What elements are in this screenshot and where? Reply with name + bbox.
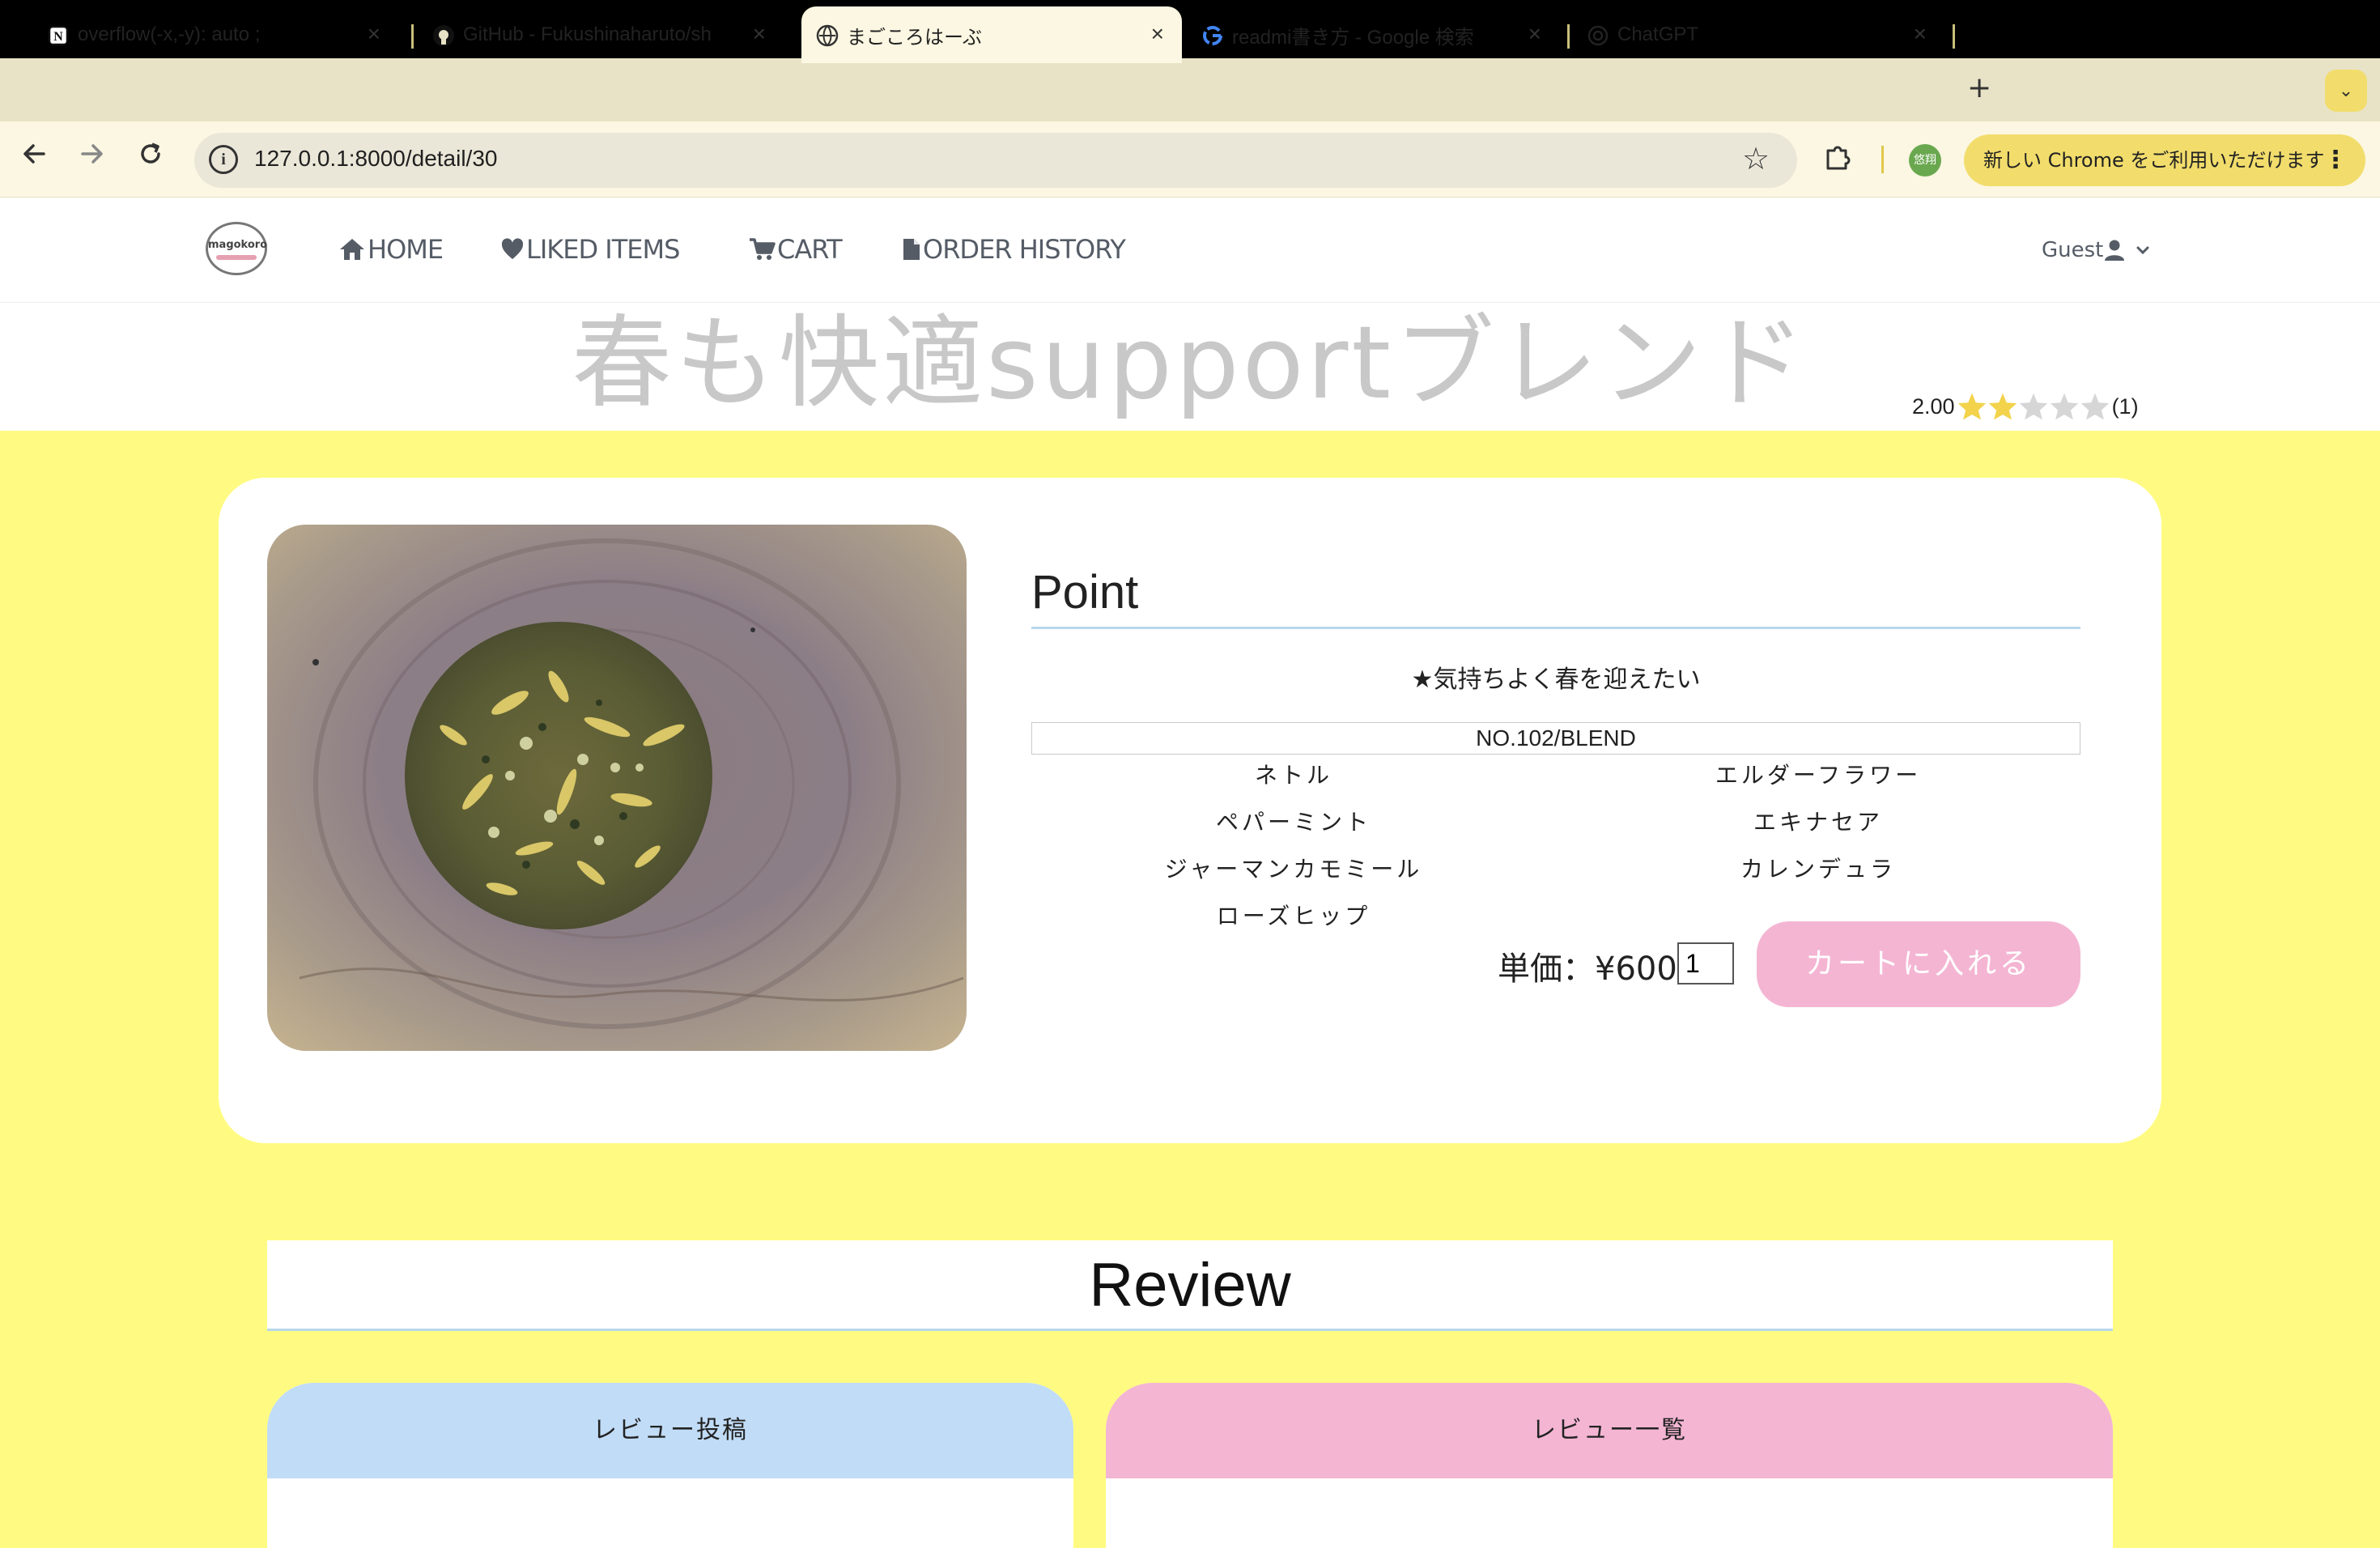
profile-avatar[interactable]: 悠翔 [1909,144,1941,176]
nav-cart[interactable]: CART [748,234,843,265]
forward-arrow-icon[interactable] [78,139,107,176]
document-icon [903,239,920,260]
review-heading: Review [267,1240,2113,1331]
product-rating: 2.00 (1) [1912,392,2139,421]
page-content: magokoro HOME LIKED ITEMS CART ORDER HIS… [0,198,2380,1548]
quantity-input[interactable]: 1 [1677,942,1734,985]
rating-count: (1) [2111,393,2139,419]
bookmark-star-icon[interactable]: ☆ [1742,141,1770,176]
herb-item: ジャーマンカモミール [1164,856,1423,882]
chrome-update-chip[interactable]: 新しい Chrome をご利用いただけます ⋮ [1964,134,2365,186]
github-icon [433,25,454,46]
star-filled-icon [1988,393,2017,420]
extensions-puzzle-icon[interactable] [1823,142,1852,172]
heart-icon [501,238,524,259]
user-icon [2105,240,2125,261]
tab-notion[interactable]: N overflow(-x,-y): auto ; × [32,6,398,63]
tab-github[interactable]: GitHub - Fukushinaharuto/sh × [418,6,784,63]
site-info-icon[interactable]: i [209,145,238,174]
new-tab-icon[interactable]: + [1967,71,1991,104]
site-navbar: magokoro HOME LIKED ITEMS CART ORDER HIS… [0,198,2380,303]
close-icon[interactable]: × [1528,21,1541,47]
star-empty-icon [2080,393,2109,420]
reload-icon[interactable] [136,139,165,176]
nav-liked-label: LIKED ITEMS [526,234,680,265]
back-arrow-icon[interactable] [19,139,49,176]
point-text: ★気持ちよく春を迎えたい [1411,666,1701,694]
close-icon[interactable]: × [368,21,380,47]
tab-chatgpt[interactable]: ChatGPT × [1572,6,1944,63]
herb-item: ネトル [1254,762,1332,789]
update-chip-label: 新しい Chrome をご利用いただけます [1983,149,2325,172]
rating-value: 2.00 [1912,393,1955,419]
browser-window: N overflow(-x,-y): auto ; × GitHub - Fuk… [0,0,2380,1548]
tab-title: overflow(-x,-y): auto ; [78,23,261,45]
rating-stars [1957,392,2110,421]
cart-icon [750,238,776,260]
review-post-tab[interactable]: レビュー投稿 [267,1383,1073,1478]
herb-item: カレンデュラ [1740,856,1896,882]
herb-item: ローズヒップ [1216,903,1371,929]
tab-separator [1567,24,1570,49]
nav-order-history[interactable]: ORDER HISTORY [902,234,1126,265]
tab-title: まごころはーぶ [847,26,983,49]
url-text[interactable]: 127.0.0.1:8000/detail/30 [254,146,497,172]
review-list-tab[interactable]: レビュー一覧 [1106,1383,2113,1478]
herb-list: ネトル エルダーフラワー ペパーミント エキナセア ジャーマンカモミール カレン… [1031,758,2080,931]
close-icon[interactable]: × [1914,21,1927,47]
toolbar-separator [1881,146,1884,173]
site-logo[interactable]: magokoro [206,222,267,275]
google-icon [1203,26,1222,45]
add-to-cart-button[interactable]: カートに入れる [1757,921,2080,1007]
close-icon[interactable]: × [753,21,766,47]
tab-separator [411,24,414,49]
tab-title: readmi書き方 - Google 検索 [1232,26,1474,49]
herb-item: ペパーミント [1215,809,1371,836]
herb-item: エルダーフラワー [1715,762,1922,789]
review-list-panel: レビュー一覧 [1106,1383,2113,1548]
logo-text: magokoro [208,239,268,251]
tab-title: ChatGPT [1617,23,1699,45]
chatgpt-icon [1587,25,1609,46]
review-post-panel: レビュー投稿 [267,1383,1073,1548]
product-photo [267,525,967,1051]
star-empty-icon [2019,393,2047,420]
globe-icon [816,24,839,47]
tab-title: GitHub - Fukushinaharuto/sh [463,23,712,45]
tab-search-chevron-icon[interactable]: ⌄ [2325,70,2367,112]
tab-strip [0,58,2380,121]
herb-item: エキナセア [1753,809,1883,836]
svg-text:N: N [53,30,63,44]
close-icon[interactable]: × [1151,21,1164,47]
tab-active-magokoro[interactable]: まごころはーぶ × [801,6,1182,63]
tab-google[interactable]: readmi書き方 - Google 検索 × [1187,6,1559,63]
home-icon [340,239,364,260]
chevron-down-icon [2136,246,2149,255]
nav-cart-label: CART [777,234,843,265]
nav-liked-items[interactable]: LIKED ITEMS [500,234,680,265]
product-card: Point ★気持ちよく春を迎えたい NO.102/BLEND ネトル エルダー… [219,478,2161,1143]
star-filled-icon [1957,393,1986,420]
user-menu[interactable]: Guest [2042,238,2153,262]
unit-price: 単価：¥600 [1498,950,1677,988]
blend-code: NO.102/BLEND [1031,722,2080,755]
tab-separator [1953,24,1955,49]
point-heading: Point [1031,559,2080,629]
kebab-menu-icon[interactable]: ⋮ [2323,134,2348,186]
nav-home[interactable]: HOME [338,234,444,265]
star-empty-icon [2050,393,2078,420]
nav-home-label: HOME [368,234,444,265]
notion-icon: N [48,25,69,46]
nav-order-label: ORDER HISTORY [923,234,1126,265]
logo-smile [216,255,257,260]
user-name: Guest [2042,238,2104,262]
